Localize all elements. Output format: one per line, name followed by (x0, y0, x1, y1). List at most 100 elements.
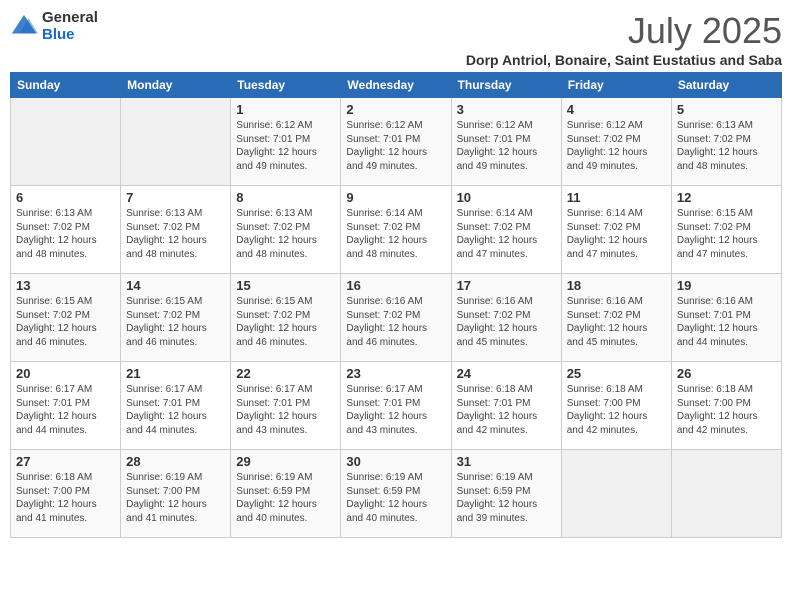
day-number: 6 (16, 190, 115, 205)
calendar-cell: 23Sunrise: 6:17 AM Sunset: 7:01 PM Dayli… (341, 362, 451, 450)
logo: General Blue (10, 10, 98, 43)
day-number: 25 (567, 366, 666, 381)
day-info: Sunrise: 6:16 AM Sunset: 7:01 PM Dayligh… (677, 295, 776, 349)
day-info: Sunrise: 6:15 AM Sunset: 7:02 PM Dayligh… (236, 295, 335, 349)
day-number: 16 (346, 278, 445, 293)
calendar-cell: 14 Sunrise: 6:15 AM Sunset: 7:02 PM Dayli… (121, 274, 231, 362)
day-info: Sunrise: 6:19 AM Sunset: 7:00 PM Dayligh… (126, 471, 225, 525)
day-number: 23 (346, 366, 445, 381)
day-info: Sunrise: 6:12 AM Sunset: 7:02 PM Dayligh… (567, 119, 666, 173)
day-number: 13 (16, 278, 115, 293)
calendar-header-row: SundayMondayTuesdayWednesdayThursdayFrid… (11, 73, 782, 98)
day-info: Sunrise: 6:13 AM Sunset: 7:02 PM Dayligh… (126, 207, 225, 261)
month-title: July 2025 (466, 10, 782, 52)
day-info: Sunrise: 6:18 AM Sunset: 7:01 PM Dayligh… (457, 383, 556, 437)
week-row-4: 20Sunrise: 6:17 AM Sunset: 7:01 PM Dayli… (11, 362, 782, 450)
day-info: Sunrise: 6:15 AM Sunset: 7:02 PM Dayligh… (126, 295, 225, 349)
day-info: Sunrise: 6:12 AM Sunset: 7:01 PM Dayligh… (457, 119, 556, 173)
calendar-cell: 12 Sunrise: 6:15 AM Sunset: 7:02 PM Dayli… (671, 186, 781, 274)
logo-icon (10, 13, 38, 41)
day-number: 8 (236, 190, 335, 205)
day-number: 21 (126, 366, 225, 381)
col-header-thursday: Thursday (451, 73, 561, 98)
day-number: 3 (457, 102, 556, 117)
calendar-cell: 8 Sunrise: 6:13 AM Sunset: 7:02 PM Daylig… (231, 186, 341, 274)
day-info: Sunrise: 6:19 AM Sunset: 6:59 PM Dayligh… (346, 471, 445, 525)
calendar-cell (121, 98, 231, 186)
logo-blue: Blue (42, 27, 98, 44)
week-row-2: 6 Sunrise: 6:13 AM Sunset: 7:02 PM Daylig… (11, 186, 782, 274)
title-section: July 2025 Dorp Antriol, Bonaire, Saint E… (466, 10, 782, 68)
day-number: 12 (677, 190, 776, 205)
logo-text: General Blue (42, 10, 98, 43)
day-number: 11 (567, 190, 666, 205)
col-header-wednesday: Wednesday (341, 73, 451, 98)
calendar-cell: 30 Sunrise: 6:19 AM Sunset: 6:59 PM Dayli… (341, 450, 451, 538)
day-info: Sunrise: 6:15 AM Sunset: 7:02 PM Dayligh… (677, 207, 776, 261)
calendar-cell: 15 Sunrise: 6:15 AM Sunset: 7:02 PM Dayli… (231, 274, 341, 362)
col-header-monday: Monday (121, 73, 231, 98)
calendar-cell: 2 Sunrise: 6:12 AM Sunset: 7:01 PM Daylig… (341, 98, 451, 186)
day-info: Sunrise: 6:14 AM Sunset: 7:02 PM Dayligh… (567, 207, 666, 261)
day-number: 7 (126, 190, 225, 205)
calendar-cell: 17 Sunrise: 6:16 AM Sunset: 7:02 PM Dayli… (451, 274, 561, 362)
day-info: Sunrise: 6:16 AM Sunset: 7:02 PM Dayligh… (457, 295, 556, 349)
calendar-table: SundayMondayTuesdayWednesdayThursdayFrid… (10, 72, 782, 538)
day-number: 15 (236, 278, 335, 293)
logo-general: General (42, 10, 98, 27)
day-number: 30 (346, 454, 445, 469)
day-info: Sunrise: 6:16 AM Sunset: 7:02 PM Dayligh… (346, 295, 445, 349)
calendar-cell: 13 Sunrise: 6:15 AM Sunset: 7:02 PM Dayli… (11, 274, 121, 362)
day-number: 31 (457, 454, 556, 469)
day-info: Sunrise: 6:12 AM Sunset: 7:01 PM Dayligh… (236, 119, 335, 173)
calendar-cell: 26Sunrise: 6:18 AM Sunset: 7:00 PM Dayli… (671, 362, 781, 450)
calendar-cell (561, 450, 671, 538)
day-number: 22 (236, 366, 335, 381)
day-number: 28 (126, 454, 225, 469)
day-info: Sunrise: 6:17 AM Sunset: 7:01 PM Dayligh… (126, 383, 225, 437)
col-header-friday: Friday (561, 73, 671, 98)
week-row-5: 27Sunrise: 6:18 AM Sunset: 7:00 PM Dayli… (11, 450, 782, 538)
day-info: Sunrise: 6:15 AM Sunset: 7:02 PM Dayligh… (16, 295, 115, 349)
calendar-cell: 9Sunrise: 6:14 AM Sunset: 7:02 PM Daylig… (341, 186, 451, 274)
calendar-cell: 3 Sunrise: 6:12 AM Sunset: 7:01 PM Daylig… (451, 98, 561, 186)
day-number: 17 (457, 278, 556, 293)
calendar-cell: 28 Sunrise: 6:19 AM Sunset: 7:00 PM Dayli… (121, 450, 231, 538)
calendar-cell (11, 98, 121, 186)
day-info: Sunrise: 6:16 AM Sunset: 7:02 PM Dayligh… (567, 295, 666, 349)
calendar-cell: 24 Sunrise: 6:18 AM Sunset: 7:01 PM Dayli… (451, 362, 561, 450)
day-number: 24 (457, 366, 556, 381)
day-info: Sunrise: 6:18 AM Sunset: 7:00 PM Dayligh… (677, 383, 776, 437)
day-info: Sunrise: 6:17 AM Sunset: 7:01 PM Dayligh… (236, 383, 335, 437)
calendar-cell: 21 Sunrise: 6:17 AM Sunset: 7:01 PM Dayli… (121, 362, 231, 450)
day-number: 2 (346, 102, 445, 117)
day-number: 29 (236, 454, 335, 469)
calendar-cell: 6 Sunrise: 6:13 AM Sunset: 7:02 PM Daylig… (11, 186, 121, 274)
calendar-cell (671, 450, 781, 538)
day-info: Sunrise: 6:13 AM Sunset: 7:02 PM Dayligh… (236, 207, 335, 261)
day-info: Sunrise: 6:17 AM Sunset: 7:01 PM Dayligh… (16, 383, 115, 437)
calendar-cell: 31 Sunrise: 6:19 AM Sunset: 6:59 PM Dayli… (451, 450, 561, 538)
day-info: Sunrise: 6:19 AM Sunset: 6:59 PM Dayligh… (457, 471, 556, 525)
day-number: 4 (567, 102, 666, 117)
calendar-cell: 29Sunrise: 6:19 AM Sunset: 6:59 PM Dayli… (231, 450, 341, 538)
day-number: 14 (126, 278, 225, 293)
calendar-cell: 4 Sunrise: 6:12 AM Sunset: 7:02 PM Daylig… (561, 98, 671, 186)
day-info: Sunrise: 6:14 AM Sunset: 7:02 PM Dayligh… (346, 207, 445, 261)
day-info: Sunrise: 6:18 AM Sunset: 7:00 PM Dayligh… (567, 383, 666, 437)
calendar-cell: 18Sunrise: 6:16 AM Sunset: 7:02 PM Dayli… (561, 274, 671, 362)
calendar-cell: 1Sunrise: 6:12 AM Sunset: 7:01 PM Daylig… (231, 98, 341, 186)
day-number: 10 (457, 190, 556, 205)
calendar-cell: 22 Sunrise: 6:17 AM Sunset: 7:01 PM Dayli… (231, 362, 341, 450)
location-title: Dorp Antriol, Bonaire, Saint Eustatius a… (466, 52, 782, 68)
day-number: 5 (677, 102, 776, 117)
calendar-cell: 27Sunrise: 6:18 AM Sunset: 7:00 PM Dayli… (11, 450, 121, 538)
day-info: Sunrise: 6:14 AM Sunset: 7:02 PM Dayligh… (457, 207, 556, 261)
day-info: Sunrise: 6:12 AM Sunset: 7:01 PM Dayligh… (346, 119, 445, 173)
calendar-cell: 11 Sunrise: 6:14 AM Sunset: 7:02 PM Dayli… (561, 186, 671, 274)
week-row-3: 13 Sunrise: 6:15 AM Sunset: 7:02 PM Dayli… (11, 274, 782, 362)
day-info: Sunrise: 6:13 AM Sunset: 7:02 PM Dayligh… (16, 207, 115, 261)
col-header-saturday: Saturday (671, 73, 781, 98)
week-row-1: 1Sunrise: 6:12 AM Sunset: 7:01 PM Daylig… (11, 98, 782, 186)
calendar-cell: 16 Sunrise: 6:16 AM Sunset: 7:02 PM Dayli… (341, 274, 451, 362)
